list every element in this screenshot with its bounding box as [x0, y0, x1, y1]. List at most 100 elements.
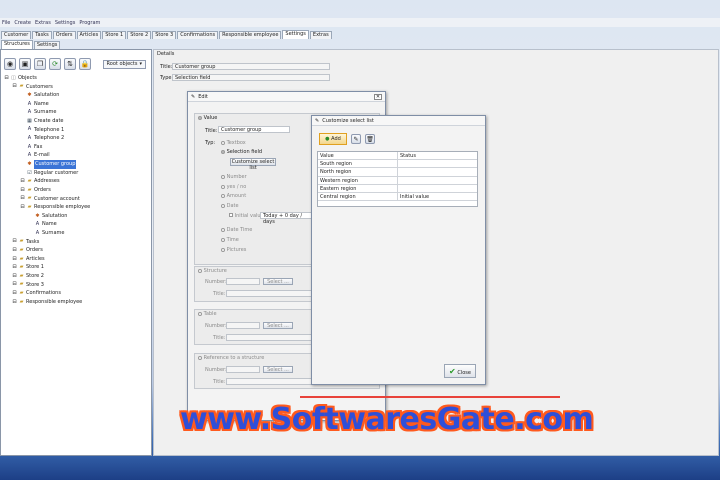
expander-icon[interactable]: [20, 119, 25, 124]
tree-item[interactable]: ✱ Salutation: [4, 212, 150, 221]
tree-item[interactable]: A Name: [4, 100, 150, 109]
sort-icon[interactable]: ⇅: [64, 58, 76, 70]
tree-item[interactable]: A Name: [4, 220, 150, 229]
tab-articles[interactable]: Articles: [76, 31, 102, 39]
expander-icon[interactable]: [20, 110, 25, 115]
expander-icon[interactable]: ⊟: [12, 299, 17, 305]
expander-icon[interactable]: ⊟: [20, 204, 25, 210]
expander-icon[interactable]: ⊟: [20, 179, 25, 184]
reference-select-button[interactable]: Select ...: [263, 366, 293, 373]
close-icon[interactable]: ✕: [374, 94, 382, 100]
table-number-field[interactable]: [226, 322, 260, 329]
reference-radio[interactable]: Reference to a structure: [198, 355, 264, 361]
table-row[interactable]: Central region Initial value: [318, 192, 477, 202]
details-title-field[interactable]: Customer group: [172, 63, 330, 70]
refresh-icon[interactable]: ⟳: [49, 58, 61, 70]
type-date[interactable]: Date: [221, 203, 239, 209]
edit-icon[interactable]: ✎: [351, 134, 361, 144]
structure-radio[interactable]: Structure: [198, 268, 227, 274]
tree-item[interactable]: A Surname: [4, 108, 150, 117]
tab-orders[interactable]: Orders: [52, 31, 76, 39]
tree-item[interactable]: ▦ Create date: [4, 117, 150, 126]
expander-icon[interactable]: ⊟: [12, 239, 17, 244]
type-amount[interactable]: Amount: [221, 193, 246, 199]
edit-title-field[interactable]: Customer group: [218, 126, 290, 133]
expander-icon[interactable]: [20, 102, 25, 107]
value-radio[interactable]: Value: [198, 115, 217, 121]
expander-icon[interactable]: ⊟: [12, 247, 17, 253]
tab-responsible-employee[interactable]: Responsible employee: [219, 31, 282, 39]
tree-item[interactable]: A Telephone 2: [4, 134, 150, 143]
tree-item[interactable]: ⊟ ▰ Addresses: [4, 177, 150, 186]
expander-icon[interactable]: [20, 136, 25, 141]
type-selection-field[interactable]: Selection field: [221, 149, 262, 155]
tab-store-3[interactable]: Store 3: [152, 31, 177, 39]
tree-item[interactable]: ✱ Customer group: [4, 160, 150, 169]
expander-icon[interactable]: [20, 162, 25, 167]
expander-icon[interactable]: [20, 153, 25, 158]
tab-settings[interactable]: Settings: [282, 30, 309, 39]
expander-icon[interactable]: ⊟: [20, 187, 25, 193]
table-row[interactable]: North region: [318, 168, 477, 177]
structure-number-field[interactable]: [226, 278, 260, 285]
tree-item[interactable]: ⊟ ◫ Objects: [4, 74, 150, 83]
tree-item[interactable]: A Surname: [4, 229, 150, 238]
table-radio[interactable]: Table: [198, 311, 217, 317]
table-row[interactable]: South region: [318, 160, 477, 169]
expander-icon[interactable]: [20, 171, 25, 176]
column-header[interactable]: Value: [318, 152, 398, 160]
tree-item[interactable]: ⊟ ▰ Confirmations: [4, 289, 150, 298]
menu-settings[interactable]: Settings: [55, 20, 76, 26]
add-object-icon[interactable]: ◉: [4, 58, 16, 70]
expander-icon[interactable]: [28, 222, 33, 227]
tab-customer[interactable]: Customer: [1, 31, 32, 39]
column-header[interactable]: Status: [398, 152, 477, 159]
tree-item[interactable]: ⊟ ▰ Store 3: [4, 281, 150, 290]
initial-value-field[interactable]: Today + 0 day / days: [260, 212, 312, 225]
tab-extras[interactable]: Extras: [309, 31, 332, 39]
expander-icon[interactable]: [28, 214, 33, 219]
table-select-button[interactable]: Select ...: [263, 322, 293, 329]
expander-icon[interactable]: ⊟: [12, 84, 17, 89]
tree-item[interactable]: ⊟ ▰ Customer account: [4, 195, 150, 204]
tab-store-1[interactable]: Store 1: [102, 31, 127, 39]
subtab-settings[interactable]: Settings: [33, 41, 61, 49]
tree-item[interactable]: A E-mail: [4, 151, 150, 160]
expander-icon[interactable]: ⊟: [20, 196, 25, 201]
save-icon[interactable]: ▣: [19, 58, 31, 70]
reference-number-field[interactable]: [226, 366, 260, 373]
type-date-time[interactable]: Date Time: [221, 227, 252, 233]
delete-icon[interactable]: 🗑: [365, 134, 375, 144]
type-time[interactable]: Time: [221, 237, 239, 243]
details-type-field[interactable]: Selection field: [172, 74, 330, 81]
tree-item[interactable]: ✱ Salutation: [4, 91, 150, 100]
subtab-structures[interactable]: Structures: [1, 40, 33, 49]
expander-icon[interactable]: ⊟: [12, 256, 17, 262]
tab-confirmations[interactable]: Confirmations: [177, 31, 219, 39]
expander-icon[interactable]: [20, 93, 25, 98]
expander-icon[interactable]: [20, 127, 25, 132]
type-textbox[interactable]: Textbox: [221, 140, 246, 146]
tree-item[interactable]: ⊟ ▰ Articles: [4, 255, 150, 264]
copy-icon[interactable]: ❐: [34, 58, 46, 70]
tree-item[interactable]: A Fax: [4, 143, 150, 152]
expander-icon[interactable]: ⊟: [12, 273, 17, 279]
expander-icon[interactable]: [20, 145, 25, 150]
root-objects-dropdown[interactable]: Root objects ▾: [102, 59, 146, 69]
close-button[interactable]: ✔ Close: [444, 364, 476, 378]
tree-item[interactable]: ⊟ ▰ Responsible employee: [4, 203, 150, 212]
type-yes-no[interactable]: yes / no: [221, 184, 246, 190]
tree-item[interactable]: ⊟ ▰ Customers: [4, 83, 150, 92]
tree-item[interactable]: A Telephone 1: [4, 126, 150, 135]
structure-select-button[interactable]: Select ...: [263, 278, 293, 285]
type-pictures[interactable]: Pictures: [221, 247, 246, 253]
menu-file[interactable]: File: [2, 20, 10, 26]
expander-icon[interactable]: ⊟: [4, 75, 9, 81]
tree-item[interactable]: ⊟ ▰ Responsible employee: [4, 298, 150, 307]
tree-item[interactable]: ⊟ ▰ Store 2: [4, 272, 150, 281]
expander-icon[interactable]: ⊟: [12, 282, 17, 287]
customize-select-list-button[interactable]: Customize select list: [230, 158, 276, 171]
menu-extras[interactable]: Extras: [35, 20, 51, 26]
tree-item[interactable]: ⊟ ▰ Tasks: [4, 238, 150, 247]
lock-icon[interactable]: 🔒: [79, 58, 91, 70]
